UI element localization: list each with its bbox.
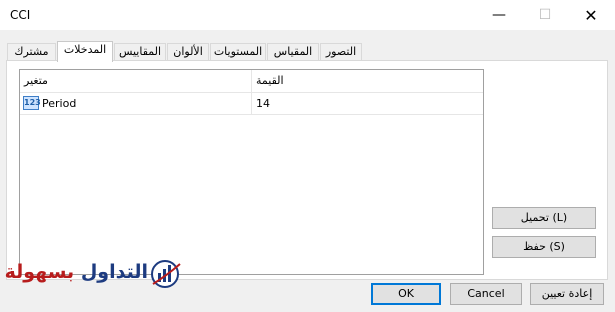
tab-scales[interactable]: المقاييس bbox=[114, 43, 166, 60]
tab-colors[interactable]: الألوان bbox=[167, 43, 209, 60]
parameters-grid: متغير القيمة 123 Period 14 bbox=[19, 69, 484, 275]
parameter-value[interactable]: 14 bbox=[256, 94, 476, 114]
watermark-text: التداول بسهولة bbox=[5, 261, 148, 283]
ok-button[interactable]: OK bbox=[371, 283, 441, 305]
watermark-red-text: بسهولة bbox=[4, 261, 75, 283]
parameter-name[interactable]: Period bbox=[42, 94, 242, 114]
load-button[interactable]: تحميل (L) bbox=[492, 207, 596, 229]
minimize-button[interactable]: — bbox=[476, 0, 522, 30]
title-bar: CCI — ☐ ✕ bbox=[0, 0, 615, 30]
row-divider bbox=[20, 114, 483, 115]
close-icon: ✕ bbox=[584, 5, 598, 25]
tab-levels[interactable]: المستويات bbox=[210, 43, 266, 60]
window-title: CCI bbox=[10, 8, 31, 22]
column-header-variable[interactable]: متغير bbox=[24, 70, 244, 92]
tab-bar: مشترك المدخلات المقاييس الألوان المستويا… bbox=[0, 41, 615, 62]
tab-scale[interactable]: المقياس bbox=[267, 43, 319, 60]
tab-visualization[interactable]: التصور bbox=[320, 43, 362, 60]
reset-button[interactable]: إعادة تعيين bbox=[530, 283, 604, 305]
numeric-123-icon: 123 bbox=[23, 96, 41, 110]
column-divider bbox=[251, 70, 252, 115]
column-header-value[interactable]: القيمة bbox=[256, 70, 476, 92]
maximize-button: ☐ bbox=[522, 0, 568, 30]
save-button[interactable]: حفظ (S) bbox=[492, 236, 596, 258]
watermark-blue-text: التداول bbox=[80, 261, 148, 283]
watermark-logo: التداول بسهولة bbox=[5, 256, 188, 292]
minimize-icon: — bbox=[492, 7, 506, 23]
tab-common[interactable]: مشترك bbox=[7, 43, 56, 60]
maximize-icon: ☐ bbox=[538, 7, 552, 23]
close-button[interactable]: ✕ bbox=[568, 0, 614, 30]
tab-inputs[interactable]: المدخلات bbox=[57, 41, 113, 62]
cancel-button[interactable]: Cancel bbox=[450, 283, 522, 305]
